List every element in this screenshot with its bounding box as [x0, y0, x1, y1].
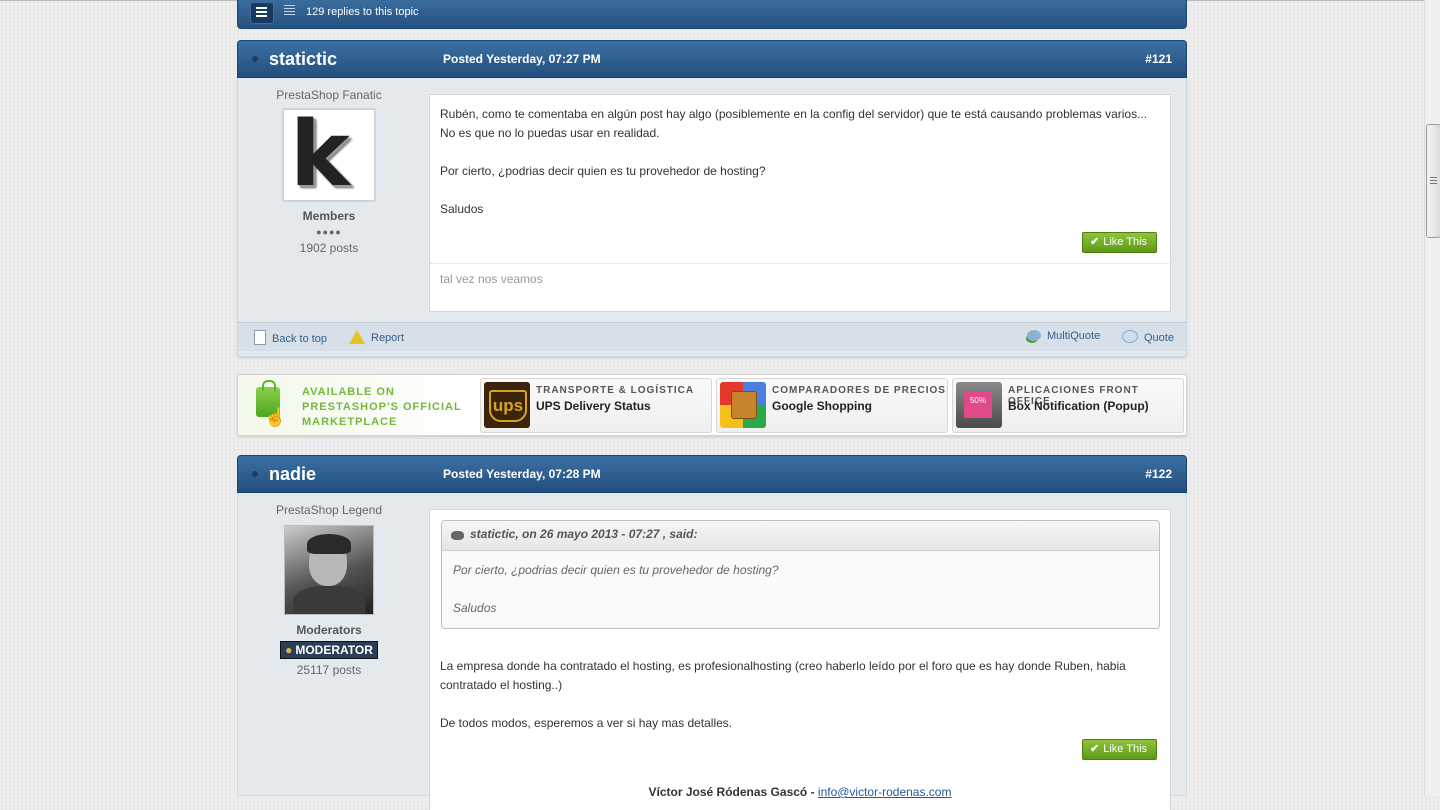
standard-view-button[interactable]	[250, 2, 274, 24]
ups-logo-icon	[484, 382, 530, 428]
topic-bar: 129 replies to this topic	[237, 0, 1187, 29]
pointer-hand-icon: ☝	[264, 407, 287, 427]
member-group: Members	[302, 209, 356, 223]
post-count: 1902 posts	[299, 241, 359, 255]
post-paragraph: Saludos	[440, 202, 484, 216]
post-body-122: PrestaShop Legend Moderators ● MODERATOR …	[237, 493, 1187, 810]
rank-pips: ●●●●	[316, 227, 342, 237]
quote-icon	[1122, 330, 1138, 343]
post-content: statictic, on 26 mayo 2013 - 07:27 , sai…	[429, 509, 1171, 810]
author-info: PrestaShop Legend Moderators ● MODERATOR …	[238, 493, 420, 677]
quote-citation: statictic, on 26 mayo 2013 - 07:27 , sai…	[470, 527, 698, 541]
marketplace-card-ups[interactable]: TRANSPORTE & LOGÍSTICA UPS Delivery Stat…	[480, 378, 712, 433]
member-group: Moderators	[296, 623, 362, 637]
post-content: Rubén, como te comentaba en algún post h…	[429, 94, 1171, 312]
member-title: PrestaShop Fanatic	[276, 88, 382, 102]
quote-body: Por cierto, ¿podrias decir quien es tu p…	[442, 551, 1159, 628]
card-category: COMPARADORES DE PRECIOS	[772, 385, 946, 396]
online-status-icon	[252, 471, 258, 477]
marketplace-intro[interactable]: ☝ AVAILABLE ON PRESTASHOP'S OFFICIAL MAR…	[238, 375, 474, 435]
signature-email-link[interactable]: info@victor-rodenas.com	[818, 785, 952, 799]
moderator-badge: ● MODERATOR	[280, 641, 378, 659]
post-body-121: PrestaShop Fanatic k Members ●●●● 1902 p…	[237, 78, 1187, 357]
replies-count: 129 replies to this topic	[306, 6, 419, 18]
list-view-icon	[256, 7, 267, 19]
like-label: Like This	[1103, 743, 1148, 755]
card-name: UPS Delivery Status	[536, 399, 651, 413]
avatar[interactable]	[284, 525, 374, 615]
multiquote-icon	[1027, 330, 1041, 341]
post-signature: tal vez nos veamos	[430, 263, 1170, 294]
like-button[interactable]: ✔ Like This	[1082, 739, 1157, 760]
signature-text: tal vez nos veamos	[440, 272, 543, 286]
quote-header: statictic, on 26 mayo 2013 - 07:27 , sai…	[442, 521, 1159, 551]
quote-line: Saludos	[453, 601, 497, 615]
online-status-icon	[252, 56, 258, 62]
intro-line: MARKETPLACE	[302, 416, 398, 428]
avatar[interactable]: k	[283, 109, 375, 201]
marketplace-card-google-shopping[interactable]: COMPARADORES DE PRECIOS Google Shopping	[716, 378, 948, 433]
avatar-letter: k	[290, 102, 350, 207]
post-header-122: nadie Posted Yesterday, 07:28 PM #122	[237, 455, 1187, 493]
author-info: PrestaShop Fanatic k Members ●●●● 1902 p…	[238, 78, 420, 255]
page-scrollbar[interactable]	[1424, 0, 1440, 795]
post-number-link[interactable]: #122	[1145, 467, 1172, 481]
quote-line: Por cierto, ¿podrias decir quien es tu p…	[453, 563, 779, 577]
avatar-hair	[307, 534, 351, 554]
back-to-top-link[interactable]: Back to top	[254, 330, 327, 345]
quote-button[interactable]: Quote	[1122, 330, 1174, 344]
avatar-shoulders	[293, 586, 365, 614]
badge-label: MODERATOR	[295, 643, 373, 657]
post-signature: Víctor José Ródenas Gascó - info@victor-…	[430, 785, 1170, 799]
quote-label: Quote	[1144, 332, 1174, 344]
back-to-top-label: Back to top	[272, 333, 328, 345]
intro-line: AVAILABLE ON	[302, 386, 395, 398]
post-paragraph: De todos modos, esperemos a ver si hay m…	[440, 716, 733, 730]
scrollbar-thumb[interactable]	[1426, 124, 1440, 238]
post-count: 25117 posts	[296, 663, 362, 677]
post-paragraph: La empresa donde ha contratado el hostin…	[440, 659, 1126, 692]
signature-name: Víctor José Ródenas Gascó -	[648, 785, 818, 799]
box-notification-logo-icon	[956, 382, 1002, 428]
post-date: Posted Yesterday, 07:28 PM	[443, 467, 601, 481]
medal-icon: ●	[285, 643, 293, 657]
marketplace-banner: ☝ AVAILABLE ON PRESTASHOP'S OFFICIAL MAR…	[237, 374, 1187, 436]
marketplace-card-box-notification[interactable]: APLICACIONES FRONT OFFICE Box Notificati…	[952, 378, 1184, 433]
intro-line: PRESTASHOP'S OFFICIAL	[302, 401, 462, 413]
post-date: Posted Yesterday, 07:27 PM	[443, 52, 601, 66]
like-button[interactable]: ✔ Like This	[1082, 232, 1157, 253]
multiquote-button[interactable]: MultiQuote	[1027, 330, 1100, 342]
member-title: PrestaShop Legend	[275, 503, 383, 517]
post-paragraph: Por cierto, ¿podrias decir quien es tu p…	[440, 164, 766, 178]
check-icon: ✔	[1090, 236, 1100, 248]
scrollbar-grip-icon	[1430, 177, 1437, 184]
post-author[interactable]: statictic	[269, 49, 337, 70]
back-to-top-icon	[254, 330, 266, 345]
post-footer: Back to top Report MultiQuote Quote	[238, 322, 1186, 351]
google-shopping-logo-icon	[720, 382, 766, 428]
post-author[interactable]: nadie	[269, 464, 316, 485]
post-number-link[interactable]: #121	[1145, 52, 1172, 66]
outline-view-icon	[284, 5, 295, 17]
card-category: TRANSPORTE & LOGÍSTICA	[536, 385, 695, 396]
report-link[interactable]: Report	[349, 330, 404, 344]
post-header-121: statictic Posted Yesterday, 07:27 PM #12…	[237, 40, 1187, 78]
like-label: Like This	[1103, 236, 1148, 248]
marketplace-intro-text: AVAILABLE ON PRESTASHOP'S OFFICIAL MARKE…	[302, 385, 462, 430]
check-icon: ✔	[1090, 743, 1100, 755]
card-name: Google Shopping	[772, 399, 872, 413]
warning-icon	[349, 330, 365, 344]
multiquote-label: MultiQuote	[1047, 330, 1101, 342]
post-paragraph: Rubén, como te comentaba en algún post h…	[440, 107, 1148, 140]
card-name: Box Notification (Popup)	[1008, 399, 1149, 413]
chat-bubbles-icon	[451, 531, 464, 540]
report-label: Report	[371, 332, 405, 344]
quote-block: statictic, on 26 mayo 2013 - 07:27 , sai…	[441, 520, 1160, 629]
outline-view-button[interactable]	[282, 3, 298, 21]
